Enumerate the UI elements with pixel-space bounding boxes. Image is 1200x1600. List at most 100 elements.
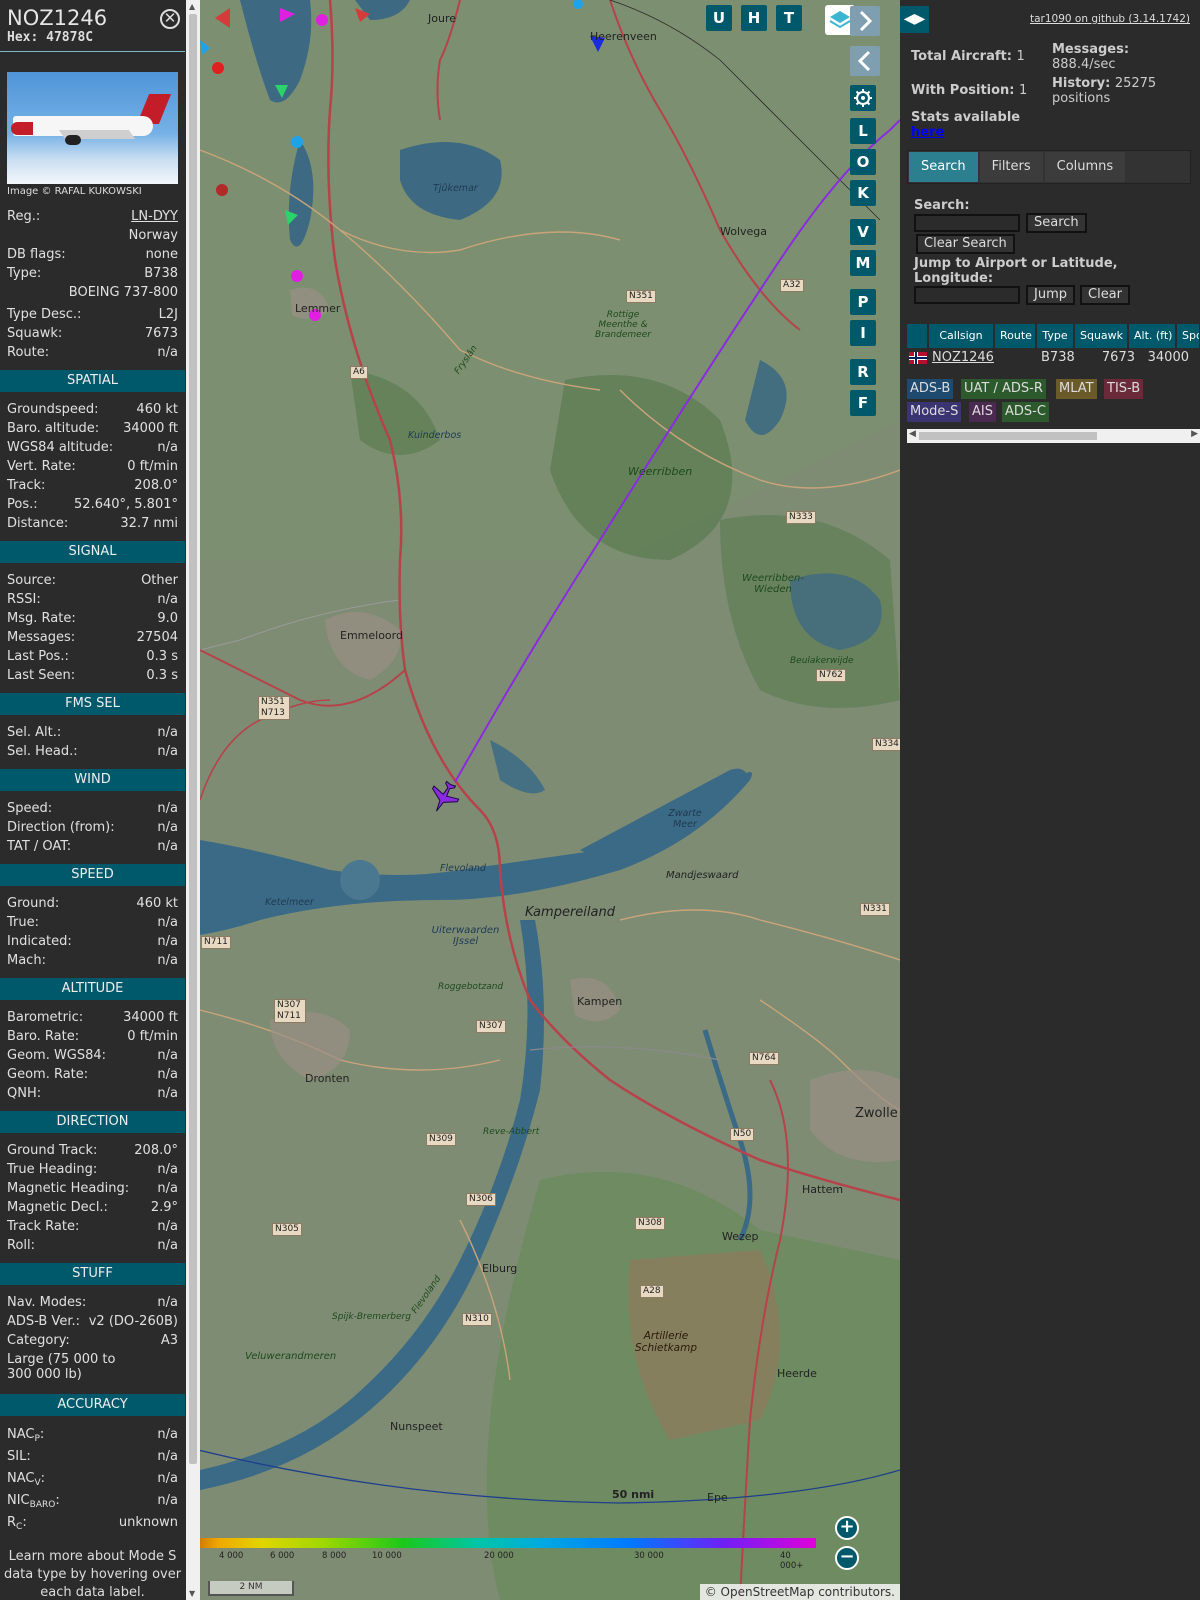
tab-columns[interactable]: Columns <box>1044 152 1126 182</box>
info-row-label[interactable]: Track Rate: <box>7 1217 79 1236</box>
search-input[interactable] <box>914 214 1020 232</box>
zoom-in-button[interactable]: + <box>835 1516 859 1540</box>
scroll-left-icon[interactable]: ◀ <box>909 429 916 439</box>
scroll-right-icon[interactable]: ▶ <box>1191 429 1198 439</box>
source-chip-adsb[interactable]: ADS-B <box>907 379 954 399</box>
column-header-speed[interactable]: Spd <box>1177 324 1199 348</box>
info-row-label[interactable]: Direction (from): <box>7 818 115 837</box>
sil-label[interactable]: SIL: <box>7 1446 31 1468</box>
source-chip-modes[interactable]: Mode-S <box>907 402 962 422</box>
aircraft-marker[interactable] <box>291 270 303 282</box>
source-chip-uat[interactable]: UAT / ADS-R <box>961 379 1046 399</box>
table-row[interactable]: NOZ1246 B738 7673 34000 <box>907 348 1189 368</box>
info-row-label[interactable]: QNH: <box>7 1084 41 1103</box>
info-row-label[interactable]: Nav. Modes: <box>7 1293 86 1312</box>
info-row-label[interactable]: Ground Track: <box>7 1141 97 1160</box>
stats-link[interactable]: here <box>911 125 944 140</box>
table-horizontal-scrollbar[interactable]: ◀ ▶ <box>907 429 1200 443</box>
info-row-label[interactable]: Baro. Rate: <box>7 1027 79 1046</box>
column-header-route[interactable]: Route <box>995 324 1035 348</box>
info-row-label[interactable]: Distance: <box>7 514 68 533</box>
scrollbar-thumb[interactable] <box>919 432 1097 440</box>
search-button[interactable]: Search <box>1026 213 1087 233</box>
nicbaro-label[interactable]: NICBARO: <box>7 1490 60 1512</box>
nacv-label[interactable]: NACV: <box>7 1468 45 1490</box>
button-V[interactable]: V <box>850 219 876 245</box>
info-row-label[interactable]: Magnetic Heading: <box>7 1179 129 1198</box>
column-header-altitude[interactable]: Alt. (ft) <box>1129 324 1175 348</box>
collapse-sidebar-icon[interactable] <box>850 46 880 76</box>
source-chip-adsc[interactable]: ADS-C <box>1002 402 1049 422</box>
info-row-label[interactable]: Sel. Alt.: <box>7 723 61 742</box>
map-view[interactable]: Joure Heerenveen Wolvega Lemmer Emmeloor… <box>200 0 900 1600</box>
info-row-label[interactable]: Vert. Rate: <box>7 457 76 476</box>
column-header-callsign[interactable]: Callsign <box>929 324 993 348</box>
map-attribution[interactable]: © OpenStreetMap contributors. <box>699 1584 900 1600</box>
info-row-label[interactable]: Category: <box>7 1331 70 1350</box>
github-link[interactable]: tar1090 on github (3.14.1742) <box>1030 13 1190 25</box>
scroll-down-icon[interactable]: ▼ <box>189 1589 195 1598</box>
jump-button[interactable]: Jump <box>1026 285 1075 305</box>
info-row-label[interactable]: Roll: <box>7 1236 35 1255</box>
rc-label[interactable]: RC: <box>7 1512 27 1534</box>
column-header-squawk[interactable]: Squawk <box>1075 324 1127 348</box>
info-row-label[interactable]: Baro. altitude: <box>7 419 99 438</box>
info-row-label[interactable]: Messages: <box>7 628 75 647</box>
button-F[interactable]: F <box>850 390 876 416</box>
source-chip-tisb[interactable]: TIS-B <box>1104 379 1144 399</box>
nacp-label[interactable]: NACP: <box>7 1424 44 1446</box>
zoom-out-button[interactable]: − <box>835 1546 859 1570</box>
aircraft-marker[interactable] <box>212 62 224 74</box>
button-O[interactable]: O <box>850 149 876 175</box>
info-scrollbar[interactable]: ▲ ▼ <box>186 0 200 1600</box>
button-I[interactable]: I <box>850 320 876 346</box>
info-row-label[interactable]: True: <box>7 913 39 932</box>
info-row-label[interactable]: Sel. Head.: <box>7 742 78 761</box>
source-chip-ais[interactable]: AIS <box>969 402 996 422</box>
aircraft-marker[interactable] <box>216 184 228 196</box>
info-row-label[interactable]: Magnetic Decl.: <box>7 1198 108 1217</box>
info-row-label[interactable]: Geom. WGS84: <box>7 1046 106 1065</box>
button-L[interactable]: L <box>850 118 876 144</box>
scrollbar-thumb[interactable] <box>189 14 197 1464</box>
info-row-label[interactable]: Mach: <box>7 951 46 970</box>
info-row-label[interactable]: ADS-B Ver.: <box>7 1312 80 1331</box>
close-icon[interactable]: ✕ <box>160 9 180 29</box>
clear-button[interactable]: Clear <box>1080 285 1130 305</box>
aircraft-marker[interactable] <box>316 14 328 26</box>
button-K[interactable]: K <box>850 180 876 206</box>
info-row-label[interactable]: Speed: <box>7 799 52 818</box>
info-row-label[interactable]: Groundspeed: <box>7 400 98 419</box>
column-header-type[interactable]: Type <box>1037 324 1073 348</box>
info-row-label[interactable]: Pos.: <box>7 495 38 514</box>
info-row-label[interactable]: RSSI: <box>7 590 41 609</box>
info-row-label[interactable]: Indicated: <box>7 932 72 951</box>
info-row-label[interactable]: TAT / OAT: <box>7 837 71 856</box>
aircraft-photo[interactable] <box>7 72 178 184</box>
info-row-label[interactable]: WGS84 altitude: <box>7 438 113 457</box>
button-M[interactable]: M <box>850 250 876 276</box>
info-row-label[interactable]: True Heading: <box>7 1160 97 1179</box>
source-chip-mlat[interactable]: MLAT <box>1056 379 1097 399</box>
info-row-label[interactable]: Last Pos.: <box>7 647 69 666</box>
row-callsign[interactable]: NOZ1246 <box>931 348 1039 368</box>
aircraft-marker[interactable] <box>291 136 303 148</box>
tab-search[interactable]: Search <box>909 152 978 182</box>
button-P[interactable]: P <box>850 289 876 315</box>
button-R[interactable]: R <box>850 359 876 385</box>
tab-filters[interactable]: Filters <box>979 152 1043 182</box>
button-H[interactable]: H <box>741 5 767 31</box>
info-row-label[interactable]: Geom. Rate: <box>7 1065 88 1084</box>
clear-search-button[interactable]: Clear Search <box>916 234 1015 254</box>
info-row-label[interactable]: Track: <box>7 476 45 495</box>
info-row-label[interactable]: Source: <box>7 571 56 590</box>
toggle-sidebar-icon[interactable]: ◀▶ <box>900 6 929 33</box>
scroll-up-icon[interactable]: ▲ <box>189 2 195 11</box>
jump-input[interactable] <box>914 286 1020 304</box>
button-U[interactable]: U <box>706 5 732 31</box>
flag-column-header[interactable] <box>907 324 927 348</box>
info-row-label[interactable]: Last Seen: <box>7 666 75 685</box>
info-row-label[interactable]: Ground: <box>7 894 59 913</box>
info-row-label[interactable]: Msg. Rate: <box>7 609 76 628</box>
button-T[interactable]: T <box>776 5 802 31</box>
